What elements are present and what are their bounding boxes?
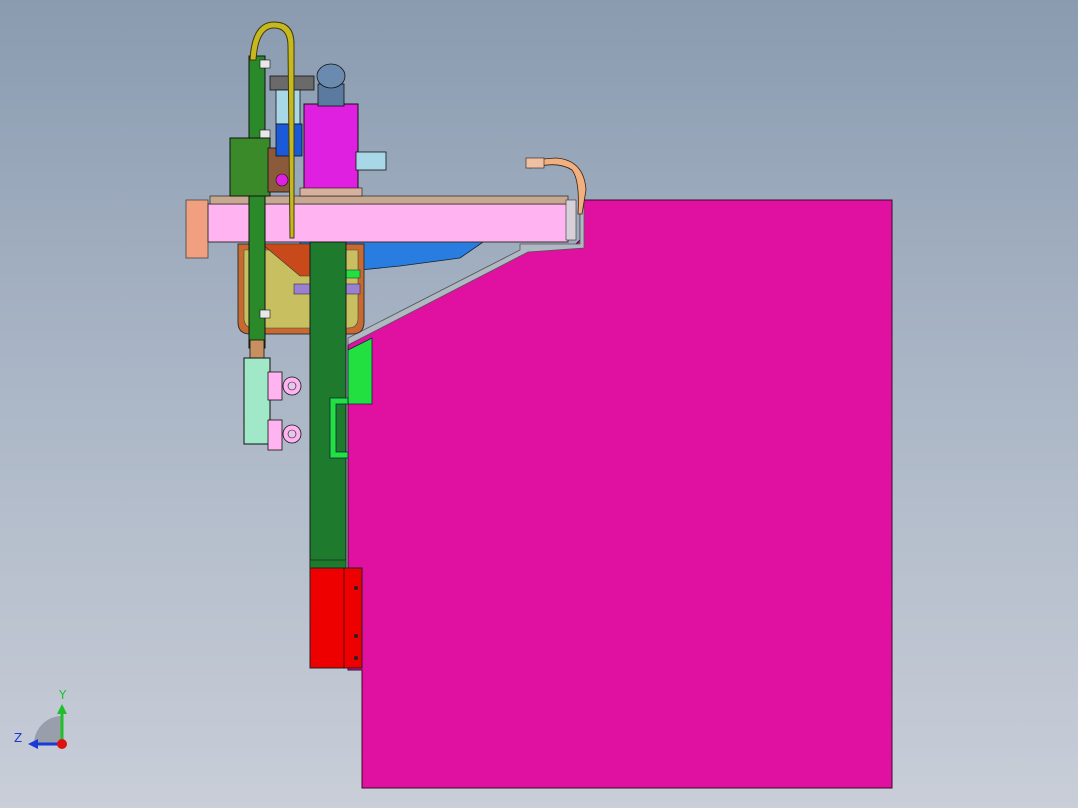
rail-cap-mid (259, 129, 271, 139)
orientation-triad (28, 704, 67, 749)
motor-base (299, 187, 363, 197)
motor-frame (275, 89, 301, 125)
red-block (309, 567, 363, 669)
vertical-column (309, 241, 347, 573)
triad-y-label: Y (59, 688, 67, 702)
cable-connector (525, 157, 545, 169)
left-stopper (185, 199, 209, 259)
gripper-finger-upper[interactable] (267, 371, 302, 401)
red-block-bolt-1 (354, 586, 358, 590)
red-block-bolt-2 (354, 634, 358, 638)
triad-z-label: Z (14, 731, 23, 745)
triad-z-arrow (28, 739, 38, 749)
beam-end-cap (565, 199, 577, 241)
rail-cap-top (259, 59, 271, 69)
gripper-body[interactable] (243, 357, 271, 445)
gripper-finger-lower[interactable] (267, 419, 302, 451)
cad-model-view[interactable] (0, 0, 1078, 808)
main-frame[interactable] (347, 199, 893, 789)
gripper-neck (249, 339, 265, 359)
slider-block[interactable] (229, 137, 271, 197)
triad-x-axis (57, 739, 67, 749)
cad-viewport[interactable]: Y Z (0, 0, 1078, 808)
triad-y-arrow (57, 704, 67, 714)
bracket-upper (347, 337, 373, 405)
red-block-bolt-3 (354, 656, 358, 660)
triad-quarter-disc (34, 716, 62, 744)
rail-cap-bot (259, 309, 271, 319)
slider-pin (275, 173, 289, 187)
motor-cap (316, 63, 346, 89)
motor-output-shaft (355, 151, 387, 171)
vertical-rail (248, 55, 266, 349)
motor-body[interactable] (303, 103, 359, 193)
